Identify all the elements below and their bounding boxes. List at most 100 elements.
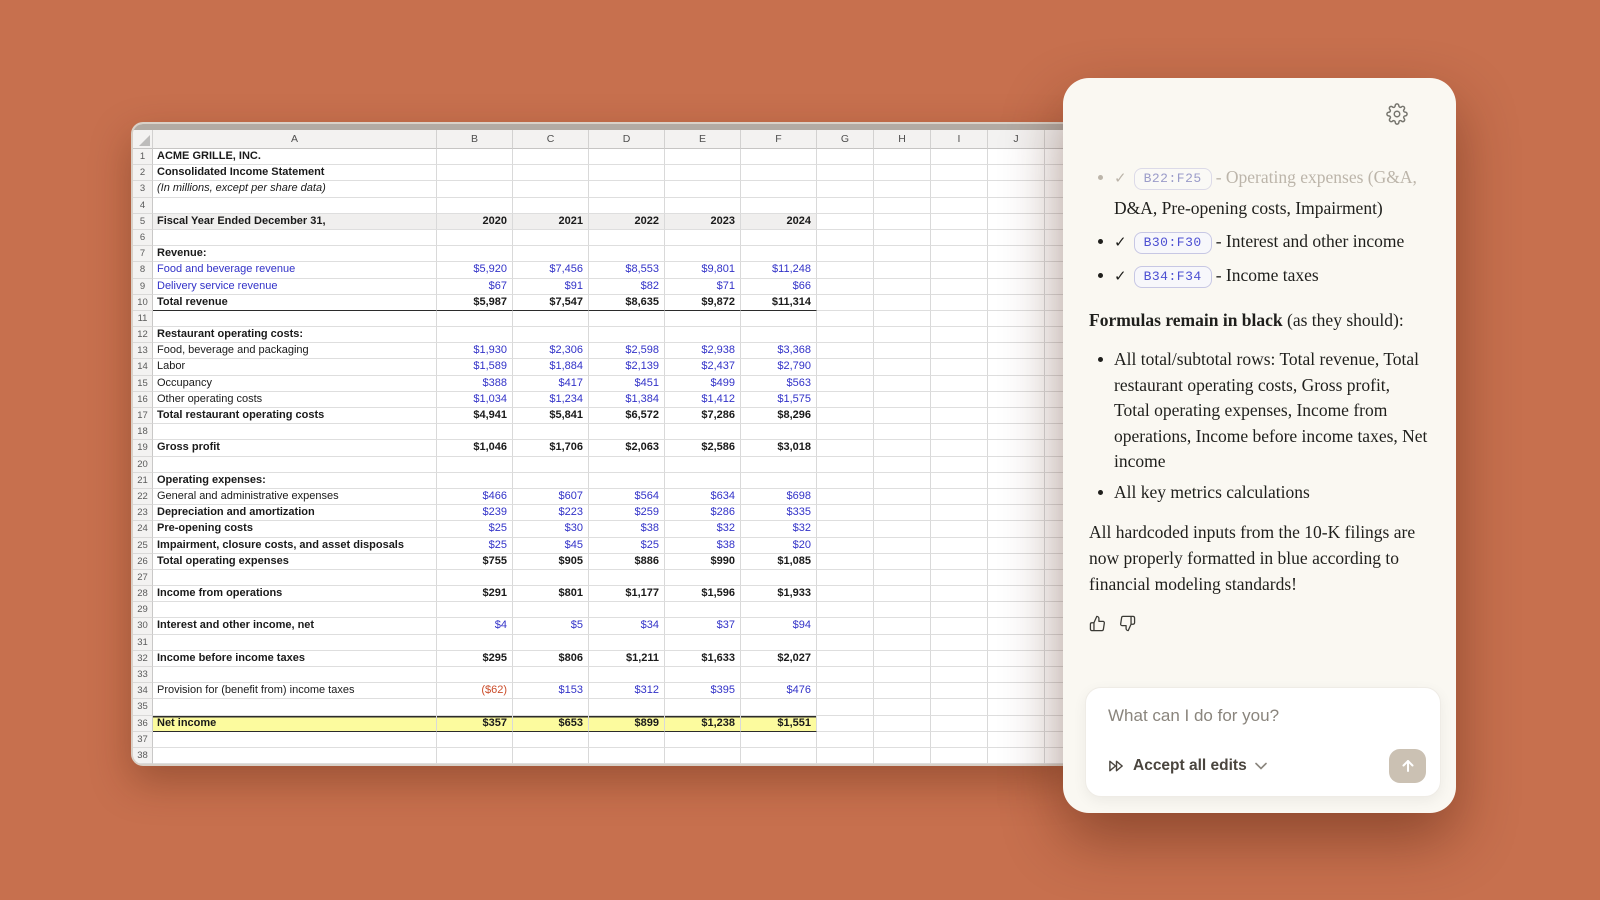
cell-A25[interactable]: Impairment, closure costs, and asset dis… bbox=[153, 538, 437, 554]
cell-I23[interactable] bbox=[931, 505, 988, 521]
cell-G3[interactable] bbox=[817, 181, 874, 197]
cell-B14[interactable]: $1,589 bbox=[437, 359, 513, 375]
cell-G24[interactable] bbox=[817, 521, 874, 537]
cell-G26[interactable] bbox=[817, 554, 874, 570]
cell-E29[interactable] bbox=[665, 602, 741, 618]
cell-A15[interactable]: Occupancy bbox=[153, 376, 437, 392]
cell-I12[interactable] bbox=[931, 327, 988, 343]
cell-C31[interactable] bbox=[513, 635, 589, 651]
cell-C29[interactable] bbox=[513, 602, 589, 618]
row-header-28[interactable]: 28 bbox=[133, 586, 153, 602]
cell-H7[interactable] bbox=[874, 246, 931, 262]
cell-E13[interactable]: $2,938 bbox=[665, 343, 741, 359]
cell-F30[interactable]: $94 bbox=[741, 618, 817, 634]
cell-E36[interactable]: $1,238 bbox=[665, 716, 741, 732]
cell-B23[interactable]: $239 bbox=[437, 505, 513, 521]
cell-H9[interactable] bbox=[874, 279, 931, 295]
cell-J25[interactable] bbox=[988, 538, 1045, 554]
cell-I4[interactable] bbox=[931, 198, 988, 214]
cell-G1[interactable] bbox=[817, 149, 874, 165]
cell-C32[interactable]: $806 bbox=[513, 651, 589, 667]
cell-E12[interactable] bbox=[665, 327, 741, 343]
cell-B31[interactable] bbox=[437, 635, 513, 651]
cell-I21[interactable] bbox=[931, 473, 988, 489]
cell-B11[interactable] bbox=[437, 311, 513, 327]
cell-C3[interactable] bbox=[513, 181, 589, 197]
row-header-17[interactable]: 17 bbox=[133, 408, 153, 424]
cell-G14[interactable] bbox=[817, 359, 874, 375]
cell-range-pill[interactable]: B34:F34 bbox=[1134, 266, 1212, 288]
cell-C2[interactable] bbox=[513, 165, 589, 181]
cell-H14[interactable] bbox=[874, 359, 931, 375]
cell-J3[interactable] bbox=[988, 181, 1045, 197]
cell-D15[interactable]: $451 bbox=[589, 376, 665, 392]
cell-H10[interactable] bbox=[874, 295, 931, 311]
cell-E21[interactable] bbox=[665, 473, 741, 489]
cell-J4[interactable] bbox=[988, 198, 1045, 214]
cell-A31[interactable] bbox=[153, 635, 437, 651]
cell-H13[interactable] bbox=[874, 343, 931, 359]
cell-C5[interactable]: 2021 bbox=[513, 214, 589, 230]
cell-A35[interactable] bbox=[153, 699, 437, 715]
cell-B4[interactable] bbox=[437, 198, 513, 214]
cell-E19[interactable]: $2,586 bbox=[665, 440, 741, 456]
cell-H19[interactable] bbox=[874, 440, 931, 456]
cell-A20[interactable] bbox=[153, 457, 437, 473]
cell-I33[interactable] bbox=[931, 667, 988, 683]
cell-E23[interactable]: $286 bbox=[665, 505, 741, 521]
cell-I14[interactable] bbox=[931, 359, 988, 375]
cell-H24[interactable] bbox=[874, 521, 931, 537]
cell-C12[interactable] bbox=[513, 327, 589, 343]
row-header-27[interactable]: 27 bbox=[133, 570, 153, 586]
cell-J38[interactable] bbox=[988, 748, 1045, 764]
row-header-29[interactable]: 29 bbox=[133, 602, 153, 618]
cell-A36[interactable]: Net income bbox=[153, 716, 437, 732]
cell-A11[interactable] bbox=[153, 311, 437, 327]
cell-C18[interactable] bbox=[513, 424, 589, 440]
cell-J12[interactable] bbox=[988, 327, 1045, 343]
cell-E15[interactable]: $499 bbox=[665, 376, 741, 392]
row-header-33[interactable]: 33 bbox=[133, 667, 153, 683]
cell-J2[interactable] bbox=[988, 165, 1045, 181]
row-header-6[interactable]: 6 bbox=[133, 230, 153, 246]
cell-F13[interactable]: $3,368 bbox=[741, 343, 817, 359]
cell-H16[interactable] bbox=[874, 392, 931, 408]
cell-I20[interactable] bbox=[931, 457, 988, 473]
cell-I22[interactable] bbox=[931, 489, 988, 505]
row-header-37[interactable]: 37 bbox=[133, 732, 153, 748]
row-header-3[interactable]: 3 bbox=[133, 181, 153, 197]
cell-B30[interactable]: $4 bbox=[437, 618, 513, 634]
cell-A8[interactable]: Food and beverage revenue bbox=[153, 262, 437, 278]
cell-D34[interactable]: $312 bbox=[589, 683, 665, 699]
cell-I7[interactable] bbox=[931, 246, 988, 262]
cell-C34[interactable]: $153 bbox=[513, 683, 589, 699]
cell-A27[interactable] bbox=[153, 570, 437, 586]
row-header-1[interactable]: 1 bbox=[133, 149, 153, 165]
cell-B29[interactable] bbox=[437, 602, 513, 618]
row-header-12[interactable]: 12 bbox=[133, 327, 153, 343]
cell-G37[interactable] bbox=[817, 732, 874, 748]
cell-F18[interactable] bbox=[741, 424, 817, 440]
cell-H31[interactable] bbox=[874, 635, 931, 651]
cell-H22[interactable] bbox=[874, 489, 931, 505]
chat-input[interactable]: What can I do for you? bbox=[1086, 688, 1440, 726]
cell-G6[interactable] bbox=[817, 230, 874, 246]
cell-A13[interactable]: Food, beverage and packaging bbox=[153, 343, 437, 359]
cell-G18[interactable] bbox=[817, 424, 874, 440]
cell-G29[interactable] bbox=[817, 602, 874, 618]
cell-B9[interactable]: $67 bbox=[437, 279, 513, 295]
cell-H11[interactable] bbox=[874, 311, 931, 327]
cell-C26[interactable]: $905 bbox=[513, 554, 589, 570]
cell-G25[interactable] bbox=[817, 538, 874, 554]
cell-E7[interactable] bbox=[665, 246, 741, 262]
cell-F26[interactable]: $1,085 bbox=[741, 554, 817, 570]
cell-G28[interactable] bbox=[817, 586, 874, 602]
cell-A29[interactable] bbox=[153, 602, 437, 618]
cell-D37[interactable] bbox=[589, 732, 665, 748]
cell-H37[interactable] bbox=[874, 732, 931, 748]
cell-A24[interactable]: Pre-opening costs bbox=[153, 521, 437, 537]
cell-B33[interactable] bbox=[437, 667, 513, 683]
cell-A10[interactable]: Total revenue bbox=[153, 295, 437, 311]
cell-I36[interactable] bbox=[931, 716, 988, 732]
cell-C23[interactable]: $223 bbox=[513, 505, 589, 521]
